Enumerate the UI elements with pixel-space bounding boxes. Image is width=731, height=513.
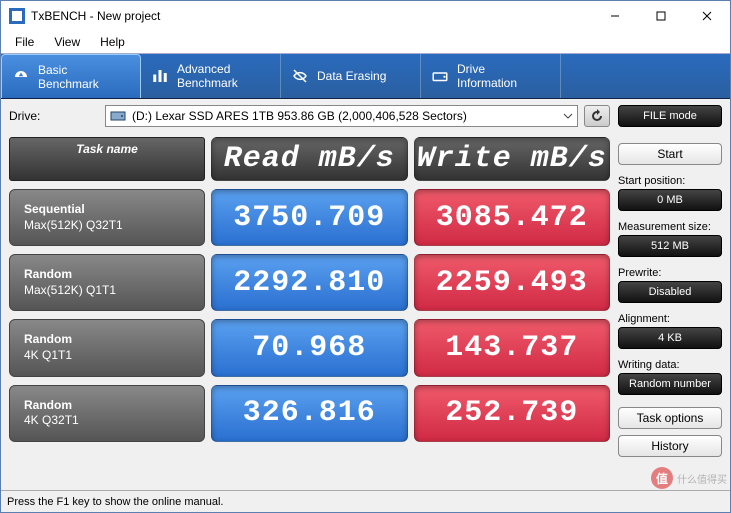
- gauge-icon: [12, 68, 30, 86]
- history-button[interactable]: History: [618, 435, 722, 457]
- write-value: 143.737: [414, 319, 611, 376]
- wdata-label: Writing data:: [618, 359, 722, 371]
- filemode-button[interactable]: FILE mode: [618, 105, 722, 127]
- read-value: 70.968: [211, 319, 408, 376]
- tab-drive-information[interactable]: Drive Information: [421, 54, 561, 98]
- drive-selected-text: (D:) Lexar SSD ARES 1TB 953.86 GB (2,000…: [132, 109, 467, 123]
- write-value: 252.739: [414, 385, 611, 442]
- tabbar: Basic Benchmark Advanced Benchmark Data …: [1, 53, 730, 99]
- hdd-icon: [110, 109, 126, 123]
- drive-select[interactable]: (D:) Lexar SSD ARES 1TB 953.86 GB (2,000…: [105, 105, 578, 127]
- read-value: 2292.810: [211, 254, 408, 311]
- prewrite-label: Prewrite:: [618, 267, 722, 279]
- result-row: Random4K Q32T1326.816252.739: [9, 385, 610, 442]
- write-value: 3085.472: [414, 189, 611, 246]
- read-value: 3750.709: [211, 189, 408, 246]
- close-button[interactable]: [684, 1, 730, 31]
- drive-icon: [431, 67, 449, 85]
- wdata-button[interactable]: Random number: [618, 373, 722, 395]
- menu-file[interactable]: File: [7, 33, 42, 51]
- align-button[interactable]: 4 KB: [618, 327, 722, 349]
- menu-help[interactable]: Help: [92, 33, 133, 51]
- watermark-text: 什么值得买: [677, 471, 727, 486]
- startpos-button[interactable]: 0 MB: [618, 189, 722, 211]
- result-row: RandomMax(512K) Q1T12292.8102259.493: [9, 254, 610, 311]
- startpos-label: Start position:: [618, 175, 722, 187]
- watermark: 值 什么值得买: [651, 467, 727, 489]
- align-label: Alignment:: [618, 313, 722, 325]
- meassize-button[interactable]: 512 MB: [618, 235, 722, 257]
- result-row: SequentialMax(512K) Q32T13750.7093085.47…: [9, 189, 610, 246]
- reload-button[interactable]: [584, 105, 610, 127]
- prewrite-button[interactable]: Disabled: [618, 281, 722, 303]
- write-value: 2259.493: [414, 254, 611, 311]
- tab-basic-benchmark[interactable]: Basic Benchmark: [1, 54, 141, 98]
- status-text: Press the F1 key to show the online manu…: [7, 496, 223, 508]
- erase-icon: [291, 67, 309, 85]
- task-name: SequentialMax(512K) Q32T1: [9, 189, 205, 246]
- result-row: Random4K Q1T170.968143.737: [9, 319, 610, 376]
- meassize-label: Measurement size:: [618, 221, 722, 233]
- header-read: Read mB/s: [211, 137, 408, 181]
- task-name: RandomMax(512K) Q1T1: [9, 254, 205, 311]
- maximize-button[interactable]: [638, 1, 684, 31]
- header-write: Write mB/s: [414, 137, 611, 181]
- menu-view[interactable]: View: [46, 33, 88, 51]
- titlebar: TxBENCH - New project: [1, 1, 730, 31]
- chevron-down-icon: [563, 111, 573, 121]
- taskoptions-button[interactable]: Task options: [618, 407, 722, 429]
- header-task: Task name: [9, 137, 205, 181]
- minimize-button[interactable]: [592, 1, 638, 31]
- tab-label: Advanced Benchmark: [177, 62, 238, 90]
- tab-data-erasing[interactable]: Data Erasing: [281, 54, 421, 98]
- tab-label: Drive Information: [457, 62, 517, 90]
- window-title: TxBENCH - New project: [31, 9, 592, 23]
- statusbar: Press the F1 key to show the online manu…: [1, 490, 730, 512]
- task-name: Random4K Q32T1: [9, 385, 205, 442]
- app-icon: [9, 8, 25, 24]
- read-value: 326.816: [211, 385, 408, 442]
- drive-label: Drive:: [9, 109, 99, 123]
- tab-label: Data Erasing: [317, 69, 386, 83]
- menubar: File View Help: [1, 31, 730, 53]
- task-name: Random4K Q1T1: [9, 319, 205, 376]
- tab-label: Basic Benchmark: [38, 63, 99, 91]
- tab-advanced-benchmark[interactable]: Advanced Benchmark: [141, 54, 281, 98]
- reload-icon: [590, 109, 604, 123]
- watermark-icon: 值: [651, 467, 673, 489]
- bars-icon: [151, 67, 169, 85]
- start-button[interactable]: Start: [618, 143, 722, 165]
